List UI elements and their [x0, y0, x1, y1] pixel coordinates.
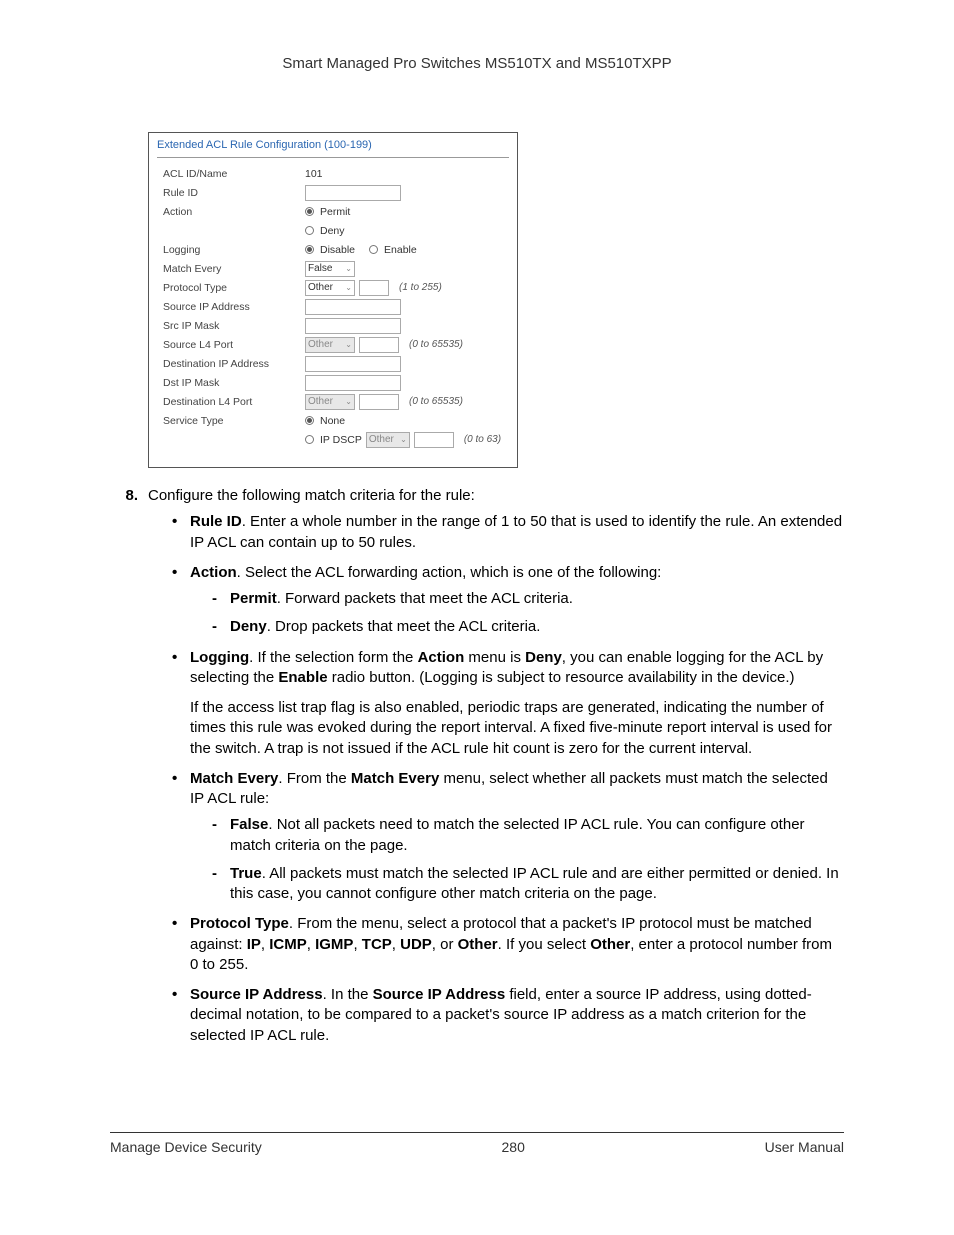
source-ip-input[interactable] [305, 299, 401, 315]
protocol-type-label: Protocol Type [157, 282, 305, 294]
chevron-down-icon: ⌄ [345, 397, 354, 406]
src-ip-mask-input[interactable] [305, 318, 401, 334]
footer: Manage Device Security 280 User Manual [110, 1132, 844, 1155]
chevron-down-icon: ⌄ [345, 264, 354, 273]
bullet-source-ip: Source IP Address. In the Source IP Addr… [172, 985, 844, 1046]
logging-disable-radio[interactable] [305, 245, 314, 254]
logging-enable-radio[interactable] [369, 245, 378, 254]
action-permit-radio[interactable] [305, 207, 314, 216]
src-ip-mask-label: Src IP Mask [157, 320, 305, 332]
bullet-true: True. All packets must match the selecte… [212, 864, 844, 905]
step-text: Configure the following match criteria f… [148, 486, 844, 506]
service-type-ipdscp-input[interactable] [414, 432, 454, 448]
bullet-protocol-type: Protocol Type. From the menu, select a p… [172, 914, 844, 975]
dest-ip-input[interactable] [305, 356, 401, 372]
protocol-type-select[interactable]: Other⌄ [305, 280, 355, 296]
action-deny-text: Deny [320, 225, 345, 237]
service-type-ipdscp-hint: (0 to 63) [464, 434, 501, 445]
bullet-false: False. Not all packets need to match the… [212, 815, 844, 856]
action-permit-text: Permit [320, 206, 350, 218]
source-l4-hint: (0 to 65535) [409, 339, 463, 350]
rule-id-label: Rule ID [157, 187, 305, 199]
rule-id-input[interactable] [305, 185, 401, 201]
chevron-down-icon: ⌄ [400, 435, 409, 444]
dest-l4-hint: (0 to 65535) [409, 396, 463, 407]
bullet-permit: Permit. Forward packets that meet the AC… [212, 589, 844, 609]
service-type-ipdscp-radio[interactable] [305, 435, 314, 444]
acl-id-name-value: 101 [305, 168, 323, 180]
dest-l4-select[interactable]: Other⌄ [305, 394, 355, 410]
panel-divider [157, 157, 509, 158]
page: Smart Managed Pro Switches MS510TX and M… [0, 0, 954, 1235]
dest-ip-label: Destination IP Address [157, 358, 305, 370]
panel-title: Extended ACL Rule Configuration (100-199… [157, 139, 509, 151]
logging-enable-text: Enable [384, 244, 417, 256]
action-label: Action [157, 206, 305, 218]
match-every-select[interactable]: False⌄ [305, 261, 355, 277]
chevron-down-icon: ⌄ [345, 283, 354, 292]
source-l4-label: Source L4 Port [157, 339, 305, 351]
acl-config-panel: Extended ACL Rule Configuration (100-199… [148, 132, 518, 468]
bullet-match-every: Match Every. From the Match Every menu, … [172, 769, 844, 905]
body-content: 8. Configure the following match criteri… [110, 486, 844, 1046]
service-type-label: Service Type [157, 415, 305, 427]
dest-l4-label: Destination L4 Port [157, 396, 305, 408]
acl-id-name-label: ACL ID/Name [157, 168, 305, 180]
source-l4-input[interactable] [359, 337, 399, 353]
dst-ip-mask-input[interactable] [305, 375, 401, 391]
action-deny-radio[interactable] [305, 226, 314, 235]
service-type-ipdscp-text: IP DSCP [320, 434, 362, 446]
service-type-none-text: None [320, 415, 345, 427]
footer-left: Manage Device Security [110, 1139, 262, 1155]
logging-label: Logging [157, 244, 305, 256]
service-type-ipdscp-select[interactable]: Other⌄ [366, 432, 410, 448]
source-ip-label: Source IP Address [157, 301, 305, 313]
bullet-action: Action. Select the ACL forwarding action… [172, 563, 844, 638]
logging-paragraph: If the access list trap flag is also ena… [190, 698, 844, 759]
source-l4-select[interactable]: Other⌄ [305, 337, 355, 353]
protocol-type-input[interactable] [359, 280, 389, 296]
logging-disable-text: Disable [320, 244, 355, 256]
footer-page-number: 280 [502, 1139, 525, 1155]
bullet-deny: Deny. Drop packets that meet the ACL cri… [212, 617, 844, 637]
page-header: Smart Managed Pro Switches MS510TX and M… [110, 55, 844, 72]
protocol-type-hint: (1 to 255) [399, 282, 442, 293]
footer-divider [110, 1132, 844, 1133]
footer-right: User Manual [765, 1139, 844, 1155]
bullet-rule-id: Rule ID. Enter a whole number in the ran… [172, 512, 844, 553]
match-every-label: Match Every [157, 263, 305, 275]
bullet-logging: Logging. If the selection form the Actio… [172, 648, 844, 759]
chevron-down-icon: ⌄ [345, 340, 354, 349]
dest-l4-input[interactable] [359, 394, 399, 410]
dst-ip-mask-label: Dst IP Mask [157, 377, 305, 389]
service-type-none-radio[interactable] [305, 416, 314, 425]
step-number: 8. [110, 486, 148, 506]
